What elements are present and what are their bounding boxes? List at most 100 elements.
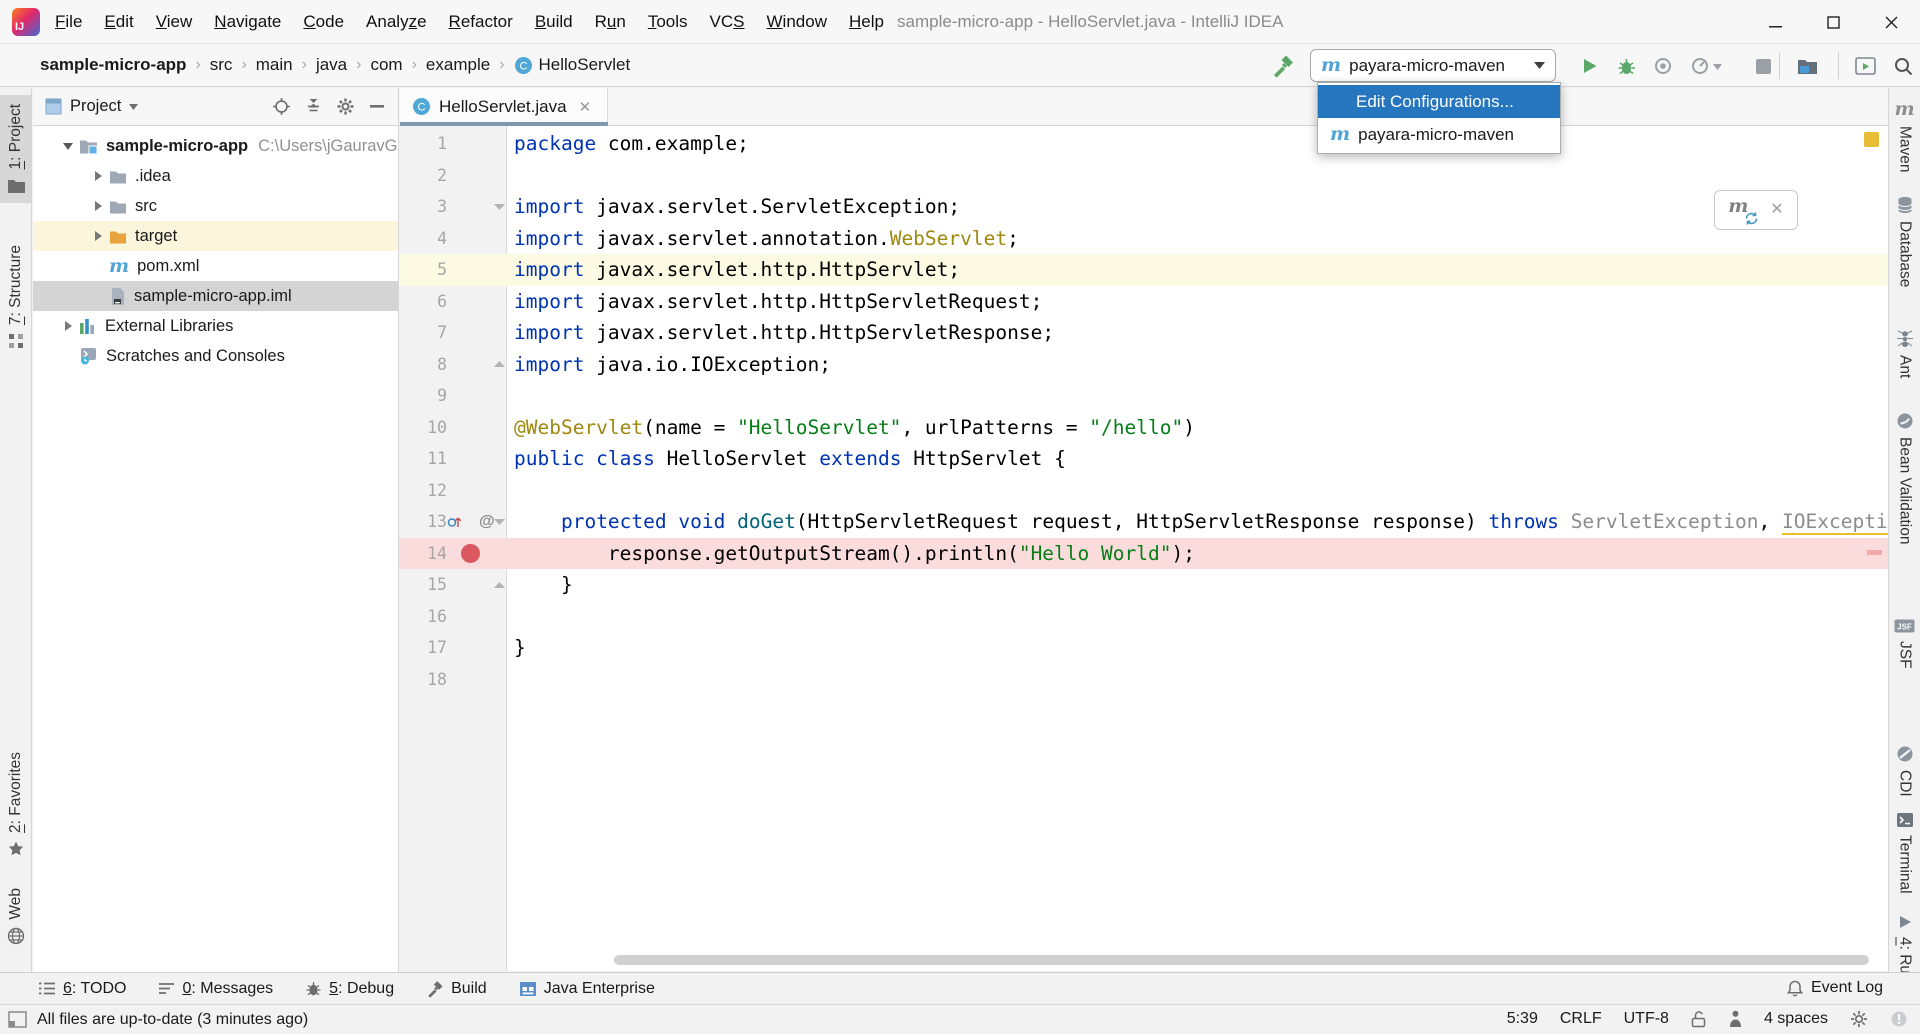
line-number-9[interactable]: 9: [399, 380, 447, 412]
menu-analyze[interactable]: Analyze: [355, 12, 438, 32]
tree-item-target[interactable]: target: [33, 221, 398, 251]
chevron-down-icon[interactable]: [1713, 64, 1722, 70]
line-number-11[interactable]: 11: [399, 443, 447, 475]
maven-reimport-widget[interactable]: m✕: [1714, 190, 1798, 230]
menu-build[interactable]: Build: [524, 12, 584, 32]
tree-item-sample-micro-app-iml[interactable]: sample-micro-app.iml: [33, 281, 398, 311]
inspection-indicator[interactable]: [1864, 132, 1879, 147]
statusbar-button-0-messages[interactable]: 0: Messages: [158, 980, 273, 998]
stop-icon[interactable]: [1750, 53, 1776, 79]
popup-item-edit-configurations[interactable]: Edit Configurations...: [1318, 85, 1560, 118]
popup-item-payara-micro-maven[interactable]: mpayara-micro-maven: [1318, 118, 1560, 151]
status-widget-4-spaces[interactable]: 4 spaces: [1764, 1010, 1828, 1028]
status-widget-5-39[interactable]: 5:39: [1507, 1010, 1538, 1028]
code-line-13[interactable]: protected void doGet(HttpServletRequest …: [399, 506, 1888, 538]
menu-window[interactable]: Window: [756, 12, 838, 32]
project-structure-icon[interactable]: [1794, 53, 1820, 79]
line-number-2[interactable]: 2: [399, 160, 447, 192]
hide-icon[interactable]: [370, 104, 384, 109]
line-number-5[interactable]: 5: [399, 254, 447, 286]
tool-stripe-cdi[interactable]: CDI: [1889, 745, 1920, 797]
tool-stripe-ant[interactable]: Ant: [1889, 330, 1920, 378]
fold-marker-icon[interactable]: [494, 569, 505, 601]
code-line-14[interactable]: response.getOutputStream().println("Hell…: [399, 538, 1888, 570]
tool-stripe-maven[interactable]: mMaven: [1889, 100, 1920, 173]
tree-item-src[interactable]: src: [33, 191, 398, 221]
tool-stripe-database[interactable]: Database: [1889, 196, 1920, 287]
tree-item-external-libraries[interactable]: External Libraries: [33, 311, 398, 341]
line-number-3[interactable]: 3: [399, 191, 447, 223]
profiler-icon[interactable]: [1687, 53, 1713, 79]
line-number-1[interactable]: 1: [399, 128, 447, 160]
statusbar-button-build[interactable]: Build: [426, 980, 487, 998]
tree-item-scratches-and-consoles[interactable]: Scratches and Consoles: [33, 341, 398, 371]
tool-stripe-web[interactable]: Web: [0, 888, 31, 945]
menu-code[interactable]: Code: [292, 12, 355, 32]
tab-helloservlet-java[interactable]: C HelloServlet.java ✕: [400, 88, 608, 125]
minimize-button[interactable]: [1746, 0, 1804, 44]
tool-stripe-jsf[interactable]: JSFJSF: [1889, 618, 1920, 669]
run-config-combobox[interactable]: m payara-micro-maven: [1310, 49, 1556, 82]
run-icon[interactable]: [1577, 53, 1603, 79]
background-tasks-icon[interactable]: [1890, 1010, 1908, 1028]
line-number-16[interactable]: 16: [399, 601, 447, 633]
code-line-1[interactable]: package com.example;: [399, 128, 1888, 160]
tree-collapsed-arrow-icon[interactable]: [87, 231, 109, 241]
breadcrumb-item-example[interactable]: example: [426, 55, 490, 75]
code-line-3[interactable]: import javax.servlet.ServletException;: [399, 191, 1888, 223]
code-line-7[interactable]: import javax.servlet.http.HttpServletRes…: [399, 317, 1888, 349]
tree-collapsed-arrow-icon[interactable]: [57, 321, 79, 331]
close-icon[interactable]: ✕: [1770, 202, 1783, 218]
tool-stripe-2-favorites[interactable]: 2: Favorites: [0, 752, 31, 858]
coverage-icon[interactable]: [1650, 53, 1676, 79]
locate-icon[interactable]: [272, 97, 291, 116]
tool-stripe-bean-validation[interactable]: Bean Validation: [1889, 412, 1920, 544]
project-panel-title[interactable]: Project: [70, 97, 121, 116]
menu-help[interactable]: Help: [838, 12, 895, 32]
code-line-6[interactable]: import javax.servlet.http.HttpServletReq…: [399, 286, 1888, 318]
horizontal-scrollbar[interactable]: [614, 955, 1869, 965]
tree-item-sample-micro-app[interactable]: sample-micro-appC:\Users\jGauravG: [33, 131, 398, 161]
breadcrumb-item-main[interactable]: main: [256, 55, 293, 75]
tool-stripe-1-project[interactable]: 1: Project: [0, 95, 31, 203]
statusbar-button-5-debug[interactable]: 5: Debug: [305, 980, 394, 998]
breadcrumb-item-helloservlet[interactable]: CHelloServlet: [514, 55, 631, 75]
tool-stripe-terminal[interactable]: Terminal: [1889, 812, 1920, 894]
code-line-2[interactable]: [399, 160, 1888, 192]
menu-edit[interactable]: Edit: [93, 12, 144, 32]
line-number-12[interactable]: 12: [399, 475, 447, 507]
status-widget-crlf[interactable]: CRLF: [1560, 1010, 1602, 1028]
code-line-16[interactable]: [399, 601, 1888, 633]
menu-vcs[interactable]: VCS: [699, 12, 756, 32]
tree-expanded-arrow-icon[interactable]: [57, 143, 79, 150]
line-number-15[interactable]: 15: [399, 569, 447, 601]
fold-marker-icon[interactable]: [494, 506, 505, 538]
status-widget-utf-8[interactable]: UTF-8: [1624, 1010, 1669, 1028]
screencast-icon[interactable]: [1850, 1010, 1868, 1028]
collapse-all-icon[interactable]: [306, 98, 321, 115]
code-line-15[interactable]: }: [399, 569, 1888, 601]
code-line-10[interactable]: @WebServlet(name = "HelloServlet", urlPa…: [399, 412, 1888, 444]
fold-marker-icon[interactable]: [494, 349, 505, 381]
code-line-12[interactable]: [399, 475, 1888, 507]
code-line-11[interactable]: public class HelloServlet extends HttpSe…: [399, 443, 1888, 475]
close-button[interactable]: [1862, 0, 1920, 44]
inspector-icon[interactable]: [1729, 1010, 1742, 1028]
code-line-5[interactable]: import javax.servlet.http.HttpServlet;: [399, 254, 1888, 286]
toolwindow-toggle-icon[interactable]: [8, 1011, 27, 1028]
close-icon[interactable]: ✕: [579, 98, 592, 116]
search-icon[interactable]: [1890, 53, 1916, 79]
code-line-18[interactable]: [399, 664, 1888, 696]
override-marker-icon[interactable]: [447, 506, 462, 538]
breakpoint-icon[interactable]: [461, 544, 480, 563]
line-number-7[interactable]: 7: [399, 317, 447, 349]
tool-stripe-7-structure[interactable]: 7: Structure: [0, 245, 31, 350]
line-number-4[interactable]: 4: [399, 223, 447, 255]
menu-run[interactable]: Run: [584, 12, 637, 32]
line-number-17[interactable]: 17: [399, 632, 447, 664]
line-number-6[interactable]: 6: [399, 286, 447, 318]
event-log-button[interactable]: Event Log: [1786, 972, 1883, 1004]
run-window-icon[interactable]: [1852, 53, 1878, 79]
menu-navigate[interactable]: Navigate: [203, 12, 292, 32]
code-line-9[interactable]: [399, 380, 1888, 412]
